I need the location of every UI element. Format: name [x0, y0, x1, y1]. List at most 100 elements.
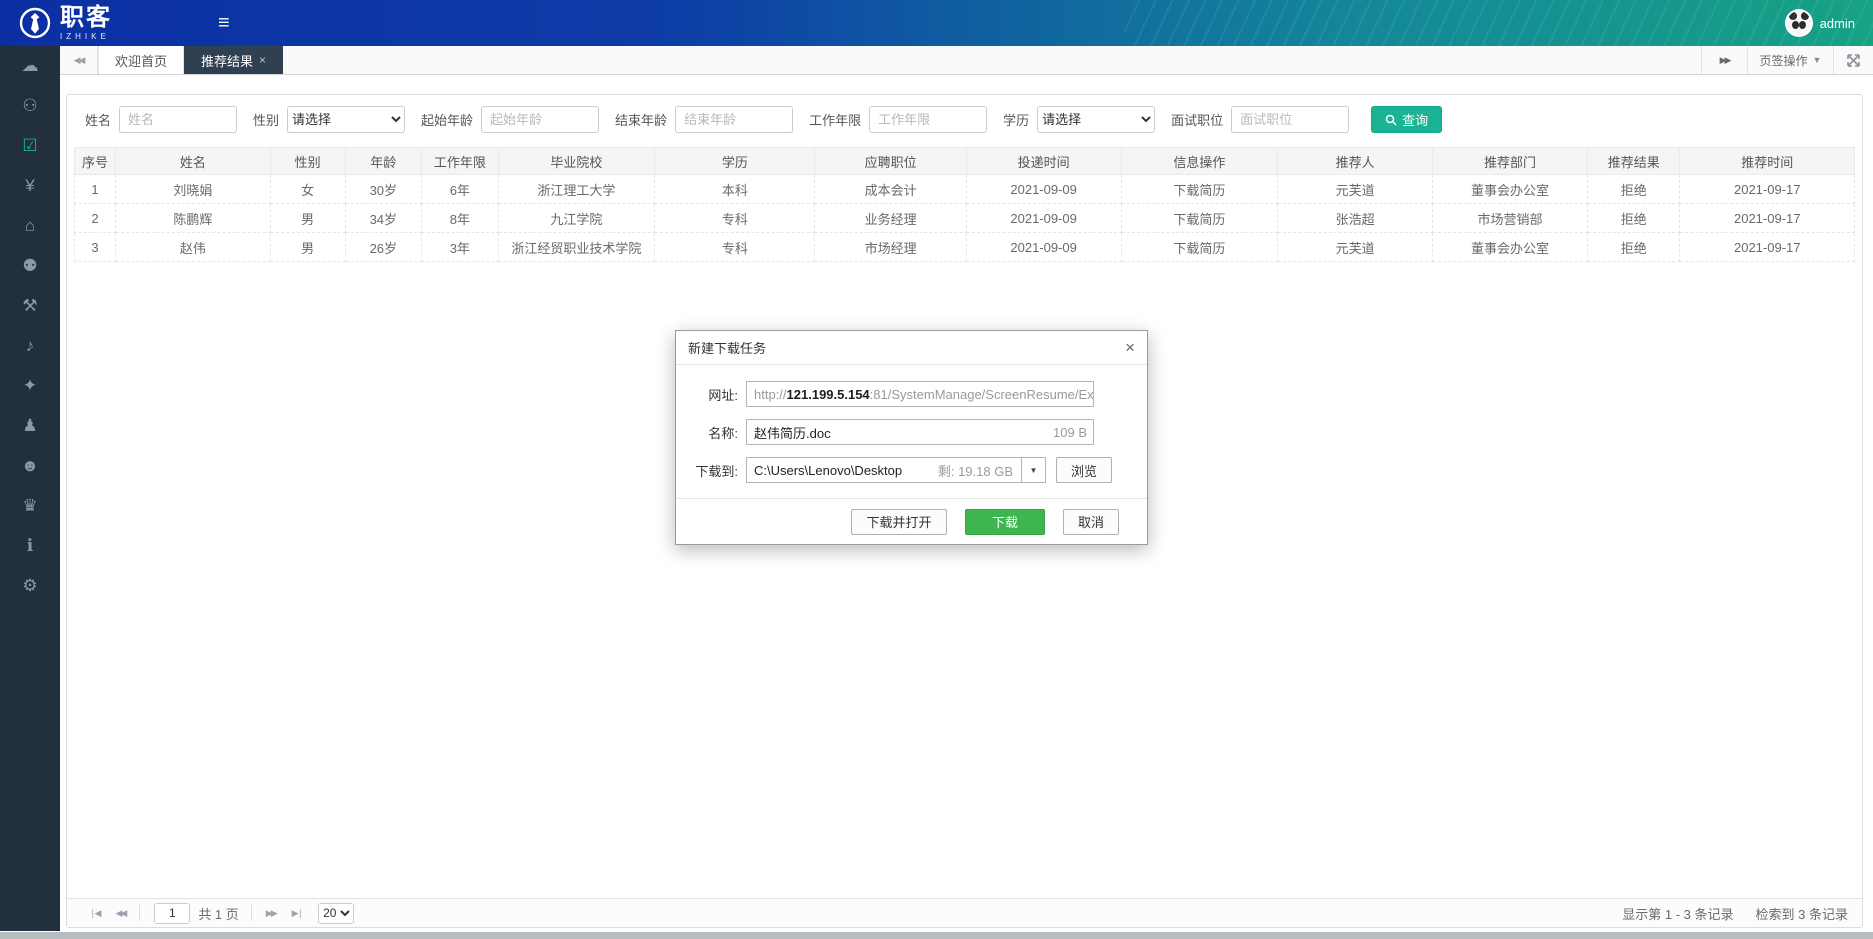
- sidebar-item-training[interactable]: ✦: [0, 366, 60, 406]
- next-page-icon[interactable]: ▶▶: [258, 908, 284, 919]
- education-select[interactable]: 请选择: [1037, 106, 1155, 133]
- sidebar-item-user[interactable]: ☻: [0, 446, 60, 486]
- table-row: 1 刘晓娟 女 30岁 6年 浙江理工大学 本科 成本会计 2021-09-09…: [75, 175, 1855, 204]
- user-menu[interactable]: admin: [1785, 0, 1855, 46]
- query-button[interactable]: 查询: [1371, 106, 1442, 133]
- cell-gender: 女: [270, 175, 345, 204]
- cell-seq: 1: [75, 175, 116, 204]
- close-icon[interactable]: ×: [1125, 339, 1135, 356]
- sidebar-item-users[interactable]: ⚇: [0, 86, 60, 126]
- username: admin: [1820, 16, 1855, 31]
- info-icon: ℹ: [27, 536, 33, 556]
- cloud-icon: ☁: [22, 56, 39, 76]
- fullscreen-toggle[interactable]: [1833, 46, 1873, 74]
- sidebar-item-award[interactable]: ♛: [0, 486, 60, 526]
- work-years-input[interactable]: [869, 106, 987, 133]
- cell-department: 董事会办公室: [1433, 175, 1588, 204]
- logo-text: 职客 IZHIKE: [60, 6, 112, 41]
- app-logo[interactable]: 职客 IZHIKE: [0, 6, 200, 41]
- sidebar-item-organization[interactable]: ⌂: [0, 206, 60, 246]
- gender-select[interactable]: 请选择: [287, 106, 405, 133]
- tasks-icon: ☑: [22, 136, 37, 156]
- pagination-summary: 显示第 1 - 3 条记录 检索到 3 条记录: [1622, 904, 1848, 923]
- url-path: :81/SystemManage/ScreenResume/Exp: [870, 387, 1094, 402]
- age-from-input[interactable]: [481, 106, 599, 133]
- download-resume-link[interactable]: 下载简历: [1121, 204, 1278, 233]
- cell-years: 3年: [422, 233, 499, 262]
- cell-referrer: 元芙道: [1278, 175, 1433, 204]
- cancel-button[interactable]: 取消: [1063, 509, 1119, 535]
- cell-result: 拒绝: [1587, 233, 1680, 262]
- cell-recommend-time: 2021-09-17: [1680, 204, 1855, 233]
- sidebar-item-announcement[interactable]: ♪: [0, 326, 60, 366]
- hamburger-menu-icon[interactable]: ≡: [218, 12, 230, 35]
- url-prefix: http://: [754, 387, 787, 402]
- cell-seq: 3: [75, 233, 116, 262]
- divider: [251, 905, 252, 921]
- name-input[interactable]: [119, 106, 237, 133]
- interview-position-input[interactable]: [1231, 106, 1349, 133]
- sidebar-item-info[interactable]: ℹ: [0, 526, 60, 566]
- horizontal-scrollbar[interactable]: [0, 932, 1873, 939]
- first-page-icon[interactable]: ❘◀: [81, 908, 107, 919]
- tab-close-icon[interactable]: ×: [259, 53, 266, 67]
- prev-page-icon[interactable]: ◀◀: [107, 908, 133, 919]
- col-school: 毕业院校: [498, 148, 655, 175]
- tab-scroll-left-icon[interactable]: ◀◀: [60, 46, 98, 74]
- cell-age: 30岁: [345, 175, 422, 204]
- url-row: 网址: http://121.199.5.154:81/SystemManage…: [676, 381, 1147, 407]
- sidebar-item-person[interactable]: ♟: [0, 406, 60, 446]
- tab-scroll-right-icon[interactable]: ▶▶: [1701, 46, 1747, 74]
- age-to-label: 结束年龄: [615, 110, 667, 129]
- cell-result: 拒绝: [1587, 204, 1680, 233]
- col-referrer: 推荐人: [1278, 148, 1433, 175]
- destination-dropdown-icon[interactable]: ▼: [1021, 458, 1045, 482]
- download-resume-link[interactable]: 下载简历: [1121, 233, 1278, 262]
- url-input[interactable]: http://121.199.5.154:81/SystemManage/Scr…: [746, 381, 1094, 407]
- file-name-input[interactable]: [746, 419, 1094, 445]
- table-row: 3 赵伟 男 26岁 3年 浙江经贸职业技术学院 专科 市场经理 2021-09…: [75, 233, 1855, 262]
- cell-education: 专科: [655, 204, 815, 233]
- cell-recommend-time: 2021-09-17: [1680, 233, 1855, 262]
- cell-seq: 2: [75, 204, 116, 233]
- tab-label: 推荐结果: [201, 51, 253, 70]
- cell-name: 赵伟: [115, 233, 270, 262]
- sidebar-item-cloud[interactable]: ☁: [0, 46, 60, 86]
- col-gender: 性别: [270, 148, 345, 175]
- download-button[interactable]: 下载: [965, 509, 1045, 535]
- cell-school: 浙江经贸职业技术学院: [498, 233, 655, 262]
- age-to-input[interactable]: [675, 106, 793, 133]
- download-resume-link[interactable]: 下载简历: [1121, 175, 1278, 204]
- sidebar-item-settings[interactable]: ⚙: [0, 566, 60, 606]
- sidebar-item-tools[interactable]: ⚒: [0, 286, 60, 326]
- page-size-select[interactable]: 20: [318, 903, 354, 924]
- page-number-input[interactable]: [154, 903, 190, 924]
- cell-apply-time: 2021-09-09: [966, 175, 1121, 204]
- tab-recommend-results[interactable]: 推荐结果 ×: [184, 46, 283, 74]
- cell-referrer: 元芙道: [1278, 233, 1433, 262]
- sidebar-item-finance[interactable]: ¥: [0, 166, 60, 206]
- table-row: 2 陈鹏辉 男 34岁 8年 九江学院 专科 业务经理 2021-09-09 下…: [75, 204, 1855, 233]
- download-and-open-button[interactable]: 下载并打开: [851, 509, 947, 535]
- sidebar-nav: ☁ ⚇ ☑ ¥ ⌂ ⚉ ⚒ ♪ ✦ ♟ ☻ ♛ ℹ ⚙: [0, 46, 60, 931]
- education-label: 学历: [1003, 110, 1029, 129]
- logo-title: 职客: [60, 6, 112, 30]
- total-pages-label: 共 1 页: [198, 904, 238, 923]
- tab-operations-label: 页签操作: [1760, 52, 1808, 69]
- dialog-titlebar: 新建下载任务 ×: [676, 331, 1147, 365]
- tab-welcome-home[interactable]: 欢迎首页: [98, 46, 184, 74]
- cell-name: 刘晓娟: [115, 175, 270, 204]
- cell-school: 九江学院: [498, 204, 655, 233]
- tab-operations-dropdown[interactable]: 页签操作 ▼: [1747, 46, 1833, 74]
- last-page-icon[interactable]: ▶❘: [284, 908, 310, 919]
- col-position: 应聘职位: [815, 148, 966, 175]
- found-records-text: 检索到 3 条记录: [1756, 904, 1848, 923]
- tabbar-actions: ▶▶ 页签操作 ▼: [1701, 46, 1873, 74]
- fullscreen-icon: [1847, 54, 1860, 67]
- sidebar-item-team[interactable]: ⚉: [0, 246, 60, 286]
- destination-input[interactable]: C:\Users\Lenovo\Desktop 剩: 19.18 GB ▼: [746, 457, 1046, 483]
- browse-button[interactable]: 浏览: [1056, 457, 1112, 483]
- organization-icon: ⌂: [25, 216, 35, 236]
- training-icon: ✦: [23, 376, 37, 396]
- sidebar-item-tasks[interactable]: ☑: [0, 126, 60, 166]
